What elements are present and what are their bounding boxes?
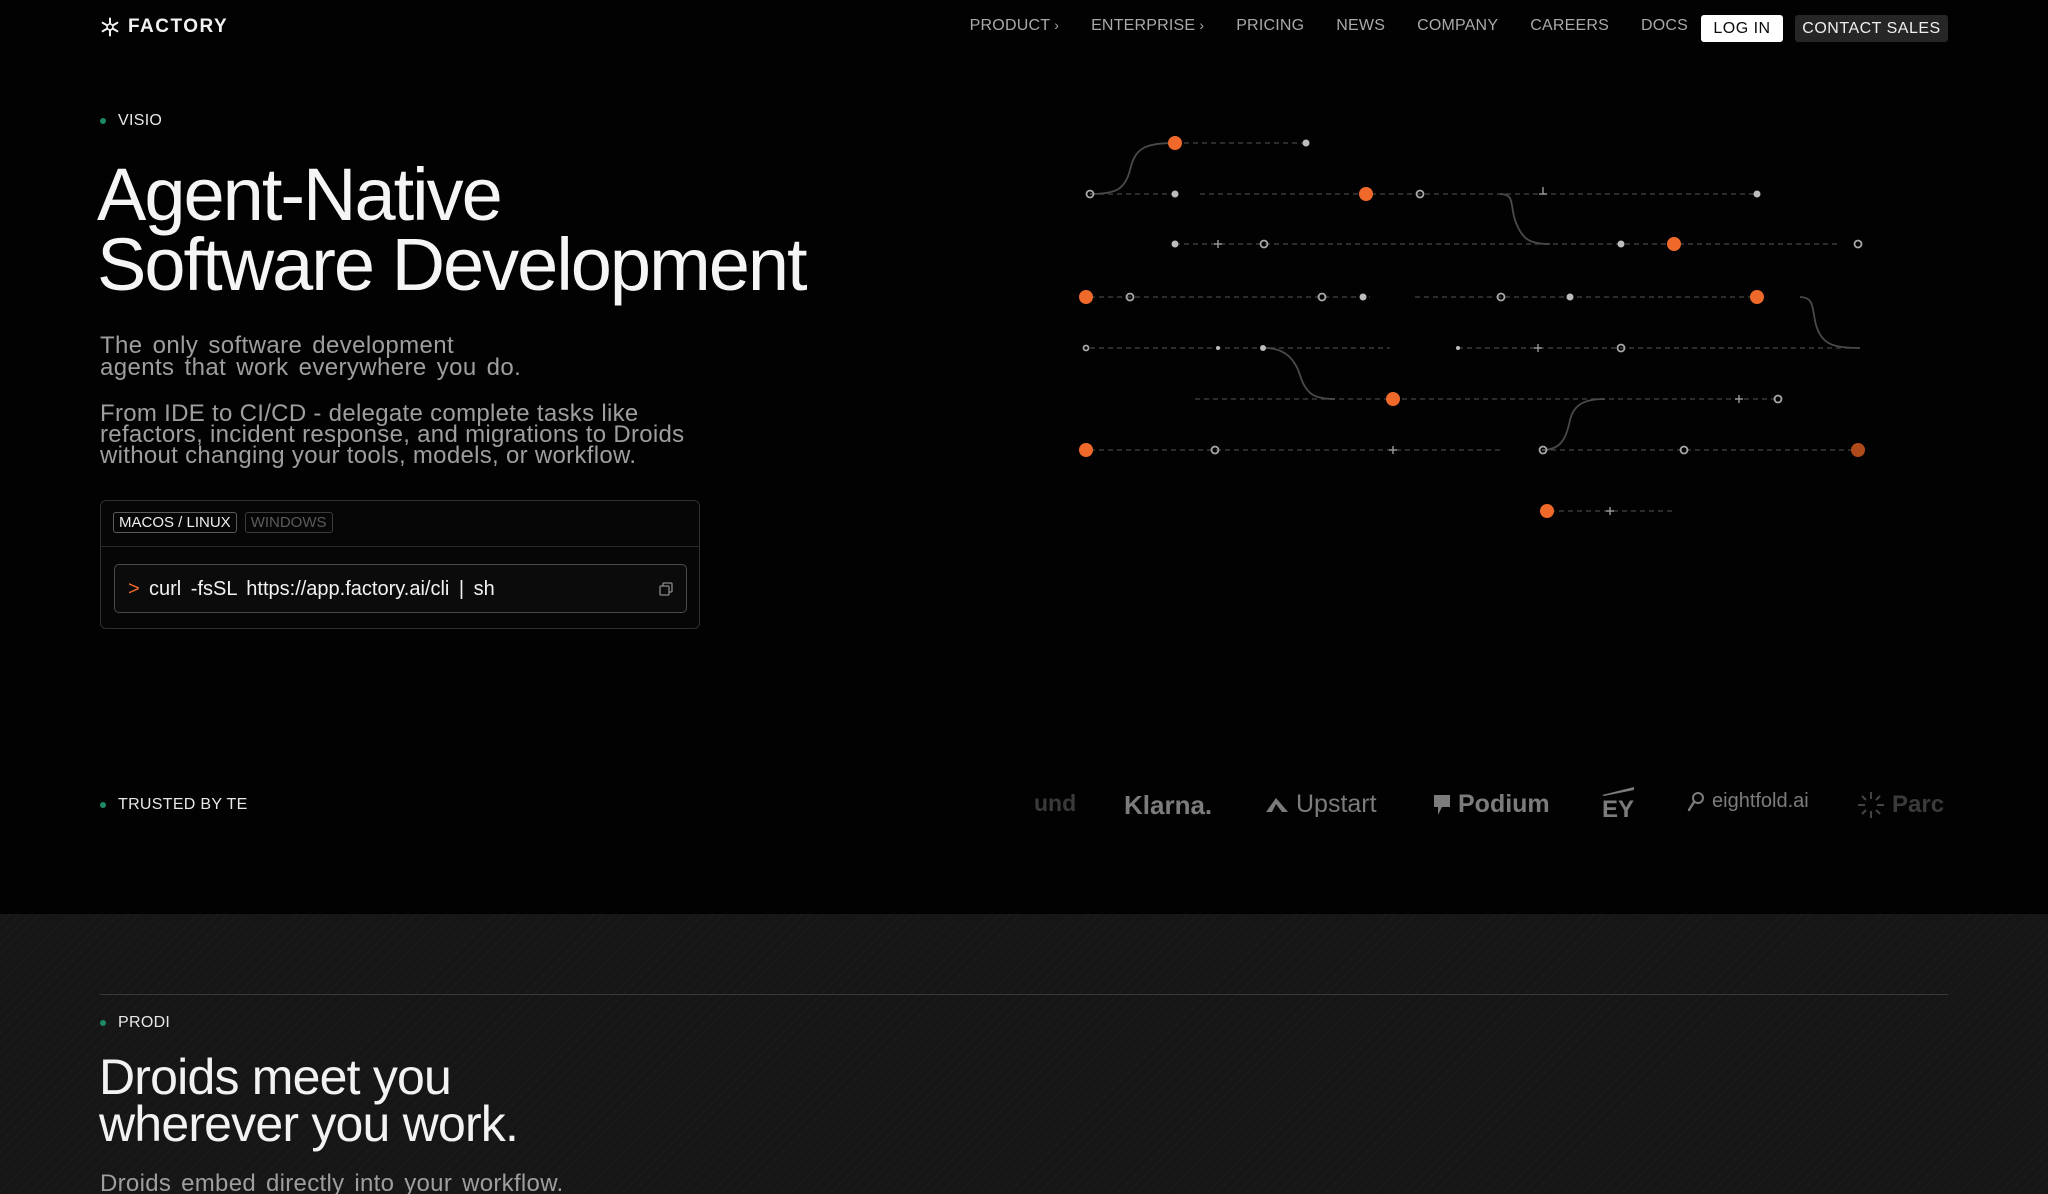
install-command[interactable]: curl -fsSL https://app.factory.ai/cli | …	[149, 578, 495, 601]
logo-upstart: Upstart	[1264, 790, 1377, 819]
contact-sales-button[interactable]: CONTACT SALES	[1795, 15, 1948, 42]
product-section-subtitle: Droids embed directly into your workflow…	[100, 1170, 564, 1194]
nav-careers[interactable]: CAREERS	[1530, 17, 1609, 35]
chevron-right-icon: ›	[1199, 17, 1205, 33]
eightfold-mark-icon	[1687, 791, 1704, 811]
nav-docs[interactable]: DOCS	[1641, 17, 1688, 35]
top-nav: FACTORY PRODUCT › ENTERPRISE › PRICING NEW…	[0, 0, 2048, 56]
nav-company[interactable]: COMPANY	[1417, 17, 1498, 35]
hero-eyebrow-label: VISIO	[118, 112, 163, 129]
login-button[interactable]: LOG IN	[1701, 15, 1783, 42]
logo-partial-right-label: Parc	[1892, 791, 1945, 818]
brand-name: FACTORY	[128, 16, 229, 37]
hero-eyebrow: VISIO	[100, 112, 162, 130]
ey-beam-icon	[1602, 787, 1634, 796]
factory-snowflake-icon	[101, 17, 119, 37]
product-eyebrow: PRODI	[100, 1014, 170, 1032]
hero-desc-line3: without changing your tools, models, or …	[100, 442, 637, 469]
logo-partial-left-label: und	[1034, 790, 1077, 816]
product-section: PRODI Droids meet you wherever you work.…	[0, 914, 2048, 1194]
nav-product-label: PRODUCT	[969, 17, 1051, 34]
prompt-symbol: >	[128, 578, 140, 600]
hero-description: From IDE to CI/CD - delegate complete ta…	[100, 402, 740, 469]
section-divider	[100, 994, 1948, 995]
trusted-eyebrow-label: TRUSTED BY TE	[118, 796, 248, 813]
copy-icon[interactable]	[658, 581, 674, 597]
logo-partial-right: Parc	[1856, 790, 1944, 820]
card-divider	[101, 546, 699, 547]
logo-podium: Podium	[1432, 790, 1550, 819]
customer-logos: und Klarna. Upstart Podium EY eightfold.…	[1010, 780, 1950, 836]
tab-macos-linux[interactable]: MACOS / LINUX	[113, 512, 237, 533]
sunburst-mark-icon	[1858, 792, 1884, 818]
os-tabs: MACOS / LINUX WINDOWS	[113, 512, 333, 533]
chevron-right-icon: ›	[1054, 17, 1060, 33]
logo-klarna: Klarna.	[1124, 790, 1212, 821]
logo-podium-label: Podium	[1458, 790, 1550, 818]
nav-enterprise[interactable]: ENTERPRISE ›	[1091, 17, 1204, 35]
product-title-line2: wherever you work.	[99, 1096, 519, 1152]
eyebrow-dot	[100, 802, 106, 808]
product-eyebrow-label: PRODI	[118, 1014, 171, 1031]
brand-logo[interactable]: FACTORY	[100, 16, 228, 38]
product-section-title: Droids meet you wherever you work.	[99, 1052, 519, 1149]
upstart-mark-icon	[1266, 797, 1288, 812]
nav-pricing[interactable]: PRICING	[1236, 17, 1304, 35]
tab-windows[interactable]: WINDOWS	[244, 512, 333, 533]
logo-eightfold-label: eightfold.ai	[1712, 790, 1809, 812]
hero-subtitle: The only software development agents tha…	[100, 334, 720, 381]
nav-product[interactable]: PRODUCT ›	[970, 17, 1059, 35]
eyebrow-dot	[100, 118, 106, 124]
logo-klarna-label: Klarna.	[1124, 790, 1213, 820]
hero-title: Agent-Native Software Development	[97, 158, 808, 302]
install-command-box[interactable]: > curl -fsSL https://app.factory.ai/cli …	[114, 564, 687, 613]
main-menu: PRODUCT › ENTERPRISE › PRICING NEWS COMPAN…	[970, 17, 1688, 35]
logo-upstart-label: Upstart	[1296, 790, 1377, 818]
agent-graph-illustration	[1079, 136, 1865, 518]
hero-title-line2: Software Development	[97, 223, 808, 306]
logo-ey-label: EY	[1601, 796, 1634, 823]
logo-eightfold: eightfold.ai	[1686, 790, 1809, 813]
logo-ey: EY	[1600, 786, 1636, 824]
nav-news[interactable]: NEWS	[1336, 17, 1385, 35]
install-card: MACOS / LINUX WINDOWS > curl -fsSL https…	[100, 500, 700, 629]
trusted-eyebrow: TRUSTED BY TE	[100, 796, 248, 814]
hero-subtitle-line2: agents that work everywhere you do.	[100, 354, 522, 381]
logo-partial-left: und	[1034, 790, 1076, 817]
nav-enterprise-label: ENTERPRISE	[1091, 17, 1196, 34]
eyebrow-dot	[100, 1020, 106, 1026]
podium-mark-icon	[1434, 794, 1450, 815]
